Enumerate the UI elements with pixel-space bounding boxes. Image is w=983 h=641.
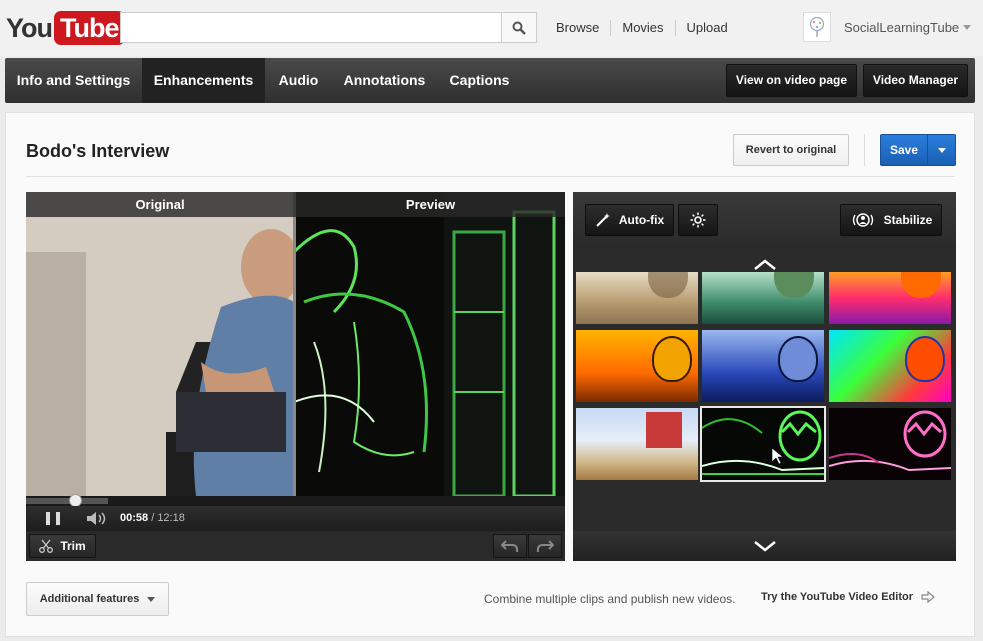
tab-enhancements[interactable]: Enhancements [142, 58, 265, 103]
progress-bar[interactable] [26, 494, 565, 507]
try-video-editor-label: Try the YouTube Video Editor [761, 591, 913, 603]
duration: 12:18 [157, 512, 185, 524]
chevron-down-icon [938, 147, 946, 153]
current-time: 00:58 [120, 512, 149, 524]
chevron-up-icon [753, 259, 776, 270]
search-input[interactable] [120, 12, 502, 43]
video-manager-button[interactable]: Video Manager [863, 64, 968, 97]
save-label: Save [889, 143, 919, 157]
undo-button[interactable] [493, 534, 527, 558]
search-icon [512, 21, 526, 35]
trim-button[interactable]: Trim [29, 534, 96, 558]
username[interactable]: SocialLearningTube [844, 20, 959, 35]
filter-neon-pink[interactable] [829, 408, 951, 480]
auto-fix-button[interactable]: Auto-fix [585, 204, 674, 236]
youtube-logo[interactable]: You Tube [6, 10, 125, 46]
buffered-bar [26, 498, 108, 504]
arrow-right-icon [921, 591, 935, 603]
revert-to-original-button[interactable]: Revert to original [733, 134, 849, 166]
effects-panel: Auto-fix Stabilize [573, 192, 956, 561]
edit-tools-bar: Trim [26, 531, 565, 561]
preview-label: Preview [405, 197, 456, 212]
balloon [778, 336, 818, 382]
stabilize-icon [852, 213, 873, 227]
redo-icon [536, 540, 554, 553]
effects-toolbar: Auto-fix Stabilize [573, 192, 956, 248]
nav-movies[interactable]: Movies [611, 20, 674, 36]
time-separator: / [148, 512, 158, 524]
nav-upload[interactable]: Upload [676, 20, 739, 36]
auto-fix-label: Auto-fix [618, 213, 665, 227]
preview-video-pane [292, 192, 565, 496]
combine-clips-text: Combine multiple clips and publish new v… [484, 592, 736, 606]
interview-original-frame [26, 192, 301, 496]
pixel-balloon [646, 412, 682, 448]
compare-divider-handle[interactable] [293, 192, 296, 496]
pause-icon[interactable] [46, 512, 60, 525]
additional-features-label: Additional features [39, 593, 140, 605]
top-nav: Browse Movies Upload [545, 20, 739, 36]
tree-icon [809, 16, 825, 37]
page-title: Bodo's Interview [26, 141, 170, 161]
scissors-icon [39, 539, 54, 553]
video-player[interactable]: Original Preview [26, 192, 565, 496]
save-dropdown[interactable] [927, 135, 956, 165]
chevron-down-icon [753, 541, 776, 552]
balloon [648, 272, 688, 298]
scroll-down-button[interactable] [573, 531, 956, 561]
stabilize-button[interactable]: Stabilize [840, 204, 942, 236]
filter-faded-sepia[interactable] [576, 272, 698, 324]
filter-orange-sunset[interactable] [576, 330, 698, 402]
redo-button[interactable] [528, 534, 562, 558]
try-video-editor-link[interactable]: Try the YouTube Video Editor [761, 591, 935, 603]
original-label: Original [135, 197, 185, 212]
trim-label: Trim [60, 539, 86, 553]
top-bar: You Tube Browse Movies Upload SocialLear… [0, 0, 983, 56]
original-video-pane [26, 192, 301, 496]
avatar[interactable] [803, 12, 831, 42]
balloon [652, 336, 692, 382]
search-button[interactable] [502, 12, 537, 43]
filter-heat-map[interactable] [829, 330, 951, 402]
tab-annotations[interactable]: Annotations [332, 58, 437, 103]
chevron-down-icon [147, 596, 156, 602]
editor-tab-bar: Info and Settings Enhancements Audio Ann… [5, 58, 975, 103]
time-display: 00:58 / 12:18 [120, 512, 185, 524]
tab-captions[interactable]: Captions [437, 58, 522, 103]
tab-audio[interactable]: Audio [265, 58, 332, 103]
balloon [905, 336, 945, 382]
filter-blue-tone[interactable] [702, 330, 824, 402]
tab-info-and-settings[interactable]: Info and Settings [5, 58, 142, 103]
filter-teal-tint[interactable] [702, 272, 824, 324]
additional-features-button[interactable]: Additional features [26, 582, 169, 616]
balloon [901, 272, 941, 298]
player-controls: 00:58 / 12:18 [26, 506, 565, 531]
filter-neon-green[interactable] [700, 406, 826, 482]
neon-balloon [829, 410, 951, 472]
filter-pixelate[interactable] [576, 408, 698, 480]
logo-tube: Tube [54, 11, 125, 45]
view-on-video-page-button[interactable]: View on video page [726, 64, 857, 97]
header-divider [864, 134, 865, 166]
undo-icon [501, 540, 519, 553]
filter-rainbow-fire[interactable] [829, 272, 951, 324]
volume-icon[interactable] [86, 511, 108, 526]
compare-labels-bar: Original Preview [26, 192, 565, 217]
neon-balloon [702, 410, 824, 475]
save-button[interactable]: Save [880, 134, 956, 166]
chevron-down-icon[interactable] [963, 24, 972, 30]
user-menu[interactable]: SocialLearningTube [803, 12, 972, 42]
sun-icon [690, 212, 706, 228]
divider [26, 176, 955, 177]
nav-browse[interactable]: Browse [545, 20, 610, 36]
stabilize-label: Stabilize [883, 213, 933, 227]
brightness-button[interactable] [678, 204, 718, 236]
logo-you: You [6, 12, 53, 43]
interview-preview-frame [292, 192, 565, 496]
balloon [774, 272, 814, 298]
magic-wand-icon [596, 213, 610, 227]
